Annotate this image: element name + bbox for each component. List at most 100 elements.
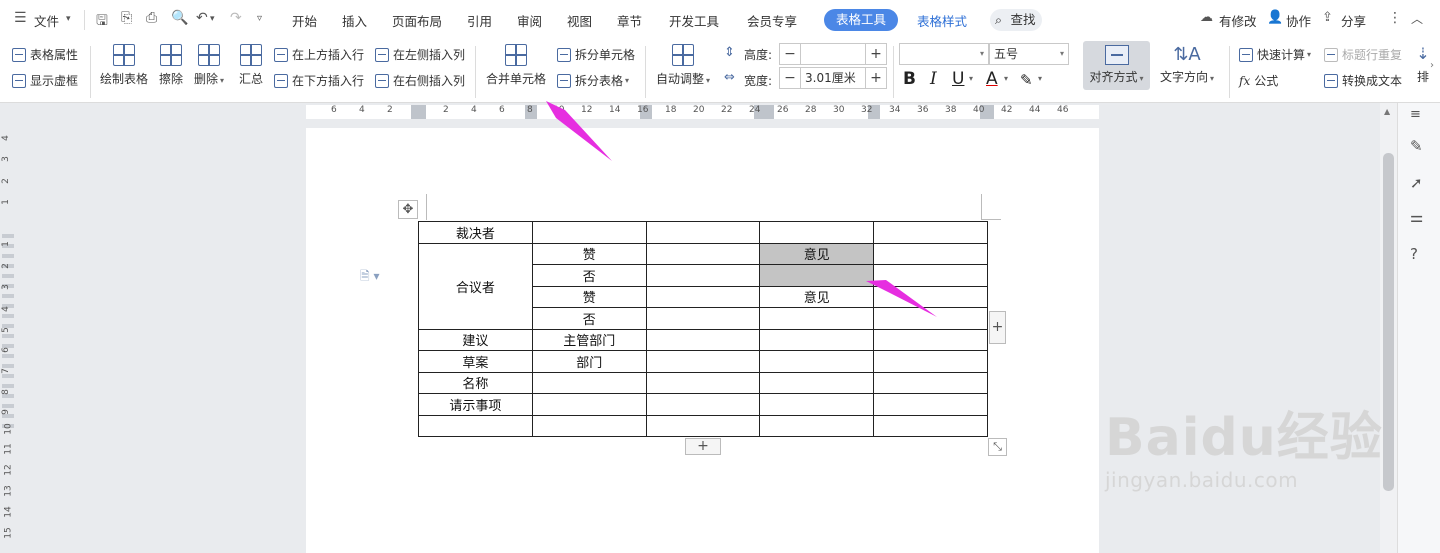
insert-row-below-button[interactable]: 在下方插入行 (274, 72, 364, 89)
table-properties-button[interactable]: 表格属性 (12, 46, 78, 63)
tab-page-layout[interactable]: 页面布局 (392, 11, 442, 30)
tab-review[interactable]: 审阅 (517, 11, 542, 30)
table-cell[interactable] (645, 285, 761, 308)
tab-chapter[interactable]: 章节 (617, 11, 642, 30)
export-icon[interactable]: ⎘ (121, 10, 132, 26)
tab-member[interactable]: 会员专享 (747, 11, 797, 30)
print-preview-icon[interactable]: 🔍 (171, 10, 188, 26)
table-cell[interactable]: 意见 (759, 285, 875, 308)
bold-icon[interactable]: B (903, 69, 916, 89)
height-increase-button[interactable]: + (866, 46, 886, 62)
table-cell[interactable] (873, 371, 988, 394)
font-color-dropdown-icon[interactable]: ▾ (1004, 74, 1008, 83)
text-direction-button[interactable]: ⇅A 文字方向 ▾ (1160, 44, 1214, 85)
table-cell[interactable] (645, 414, 761, 437)
table-cell[interactable]: 赞 (531, 242, 647, 265)
insert-col-left-button[interactable]: 在左侧插入列 (375, 46, 465, 63)
collaborate-button[interactable]: 协作 (1286, 11, 1311, 30)
table-cell[interactable]: 部门 (531, 350, 647, 373)
paragraph-options-icon[interactable]: 🗎 ▾ (360, 267, 380, 288)
table-cell[interactable] (873, 221, 988, 244)
width-stepper[interactable]: − 3.01厘米 + (779, 67, 887, 89)
table-cell[interactable]: 草案 (418, 350, 533, 373)
customize-toolbar-icon[interactable]: ▿ (257, 13, 262, 24)
table-cell[interactable] (645, 393, 761, 416)
add-column-button[interactable]: + (989, 311, 1006, 344)
italic-icon[interactable]: I (930, 69, 937, 89)
table-cell[interactable] (873, 242, 988, 265)
undo-icon[interactable]: ↶ (196, 10, 208, 26)
select-cursor-icon[interactable]: ➚ (1410, 174, 1423, 192)
table-move-handle-icon[interactable]: ✥ (398, 200, 418, 219)
table-cell[interactable] (759, 221, 875, 244)
share-icon[interactable]: ⇪ (1322, 10, 1333, 25)
chevron-down-icon[interactable]: ▾ (66, 14, 71, 24)
table-cell[interactable]: 名称 (418, 371, 533, 394)
undo-dropdown-icon[interactable]: ▾ (210, 14, 215, 24)
split-table-button[interactable]: 拆分表格 ▾ (557, 72, 629, 89)
table-cell[interactable] (759, 350, 875, 373)
tab-references[interactable]: 引用 (467, 11, 492, 30)
ribbon-scroll-right-icon[interactable]: › (1430, 60, 1434, 71)
table-cell[interactable] (531, 393, 647, 416)
collaborate-icon[interactable]: 👤 (1267, 10, 1283, 25)
delete-button[interactable]: 删除 ▾ (194, 44, 224, 87)
table-cell[interactable]: 请示事项 (418, 393, 533, 416)
table-cell[interactable]: 否 (531, 264, 647, 287)
table-cell[interactable] (759, 393, 875, 416)
table-cell[interactable]: 赞 (531, 285, 647, 308)
table-cell[interactable]: 主管部门 (531, 328, 647, 351)
height-input[interactable] (800, 44, 866, 64)
edit-pen-icon[interactable]: ✎ (1410, 137, 1423, 155)
table-cell[interactable] (645, 371, 761, 394)
merge-cells-button[interactable]: 合并单元格 (486, 44, 546, 87)
table-cell[interactable] (873, 264, 988, 287)
modified-status[interactable]: 有修改 (1219, 11, 1257, 30)
eraser-button[interactable]: 擦除 (159, 44, 183, 87)
file-menu[interactable]: 文件 (34, 11, 59, 30)
table-cell[interactable] (418, 414, 533, 437)
tab-developer[interactable]: 开发工具 (669, 11, 719, 30)
table-cell[interactable]: 建议 (418, 328, 533, 351)
tab-table-style[interactable]: 表格样式 (917, 11, 967, 30)
table-cell[interactable] (873, 307, 988, 330)
table-cell[interactable] (645, 221, 761, 244)
width-increase-button[interactable]: + (866, 70, 886, 86)
scrollbar-thumb[interactable] (1383, 153, 1394, 491)
tab-home[interactable]: 开始 (292, 11, 317, 30)
underline-icon[interactable]: U (952, 69, 964, 89)
panel-menu-icon[interactable]: ≡ (1410, 107, 1421, 122)
more-icon[interactable]: ⋮ (1388, 10, 1402, 26)
tab-view[interactable]: 视图 (567, 11, 592, 30)
collapse-ribbon-icon[interactable]: ︿ (1411, 10, 1423, 27)
add-row-button[interactable]: + (685, 438, 721, 455)
horizontal-ruler[interactable]: 6 4 2 2 4 6 8 10 12 14 16 18 20 22 24 26… (0, 103, 1380, 119)
redo-icon[interactable]: ↷ (230, 10, 242, 26)
table-cell[interactable] (873, 328, 988, 351)
font-color-icon[interactable]: A (986, 69, 998, 89)
scroll-up-icon[interactable]: ▲ (1384, 107, 1390, 116)
table-cell[interactable] (645, 264, 761, 287)
table-cell[interactable] (645, 242, 761, 265)
draw-table-button[interactable]: 绘制表格 (100, 44, 148, 87)
table-cell[interactable] (645, 350, 761, 373)
settings-sliders-icon[interactable]: ⚌ (1410, 208, 1423, 226)
table-cell[interactable] (759, 328, 875, 351)
font-size-select[interactable]: 五号 ▾ (989, 43, 1069, 65)
table-cell[interactable] (531, 371, 647, 394)
tab-insert[interactable]: 插入 (342, 11, 367, 30)
highlight-dropdown-icon[interactable]: ▾ (1038, 74, 1042, 83)
table-cell[interactable]: 否 (531, 307, 647, 330)
insert-col-right-button[interactable]: 在右侧插入列 (375, 72, 465, 89)
width-decrease-button[interactable]: − (780, 70, 800, 86)
show-gridlines-button[interactable]: 显示虚框 (12, 72, 78, 89)
selected-cell[interactable] (759, 264, 875, 287)
table-cell[interactable] (531, 414, 647, 437)
table-cell[interactable] (645, 307, 761, 330)
help-icon[interactable]: ? (1410, 245, 1418, 263)
save-icon[interactable]: 🖫 (96, 10, 108, 34)
alignment-button[interactable]: 对齐方式 ▾ (1083, 41, 1150, 90)
table-cell[interactable] (759, 414, 875, 437)
table-cell-merged[interactable]: 合议者 (418, 242, 533, 330)
table-cell[interactable] (759, 307, 875, 330)
